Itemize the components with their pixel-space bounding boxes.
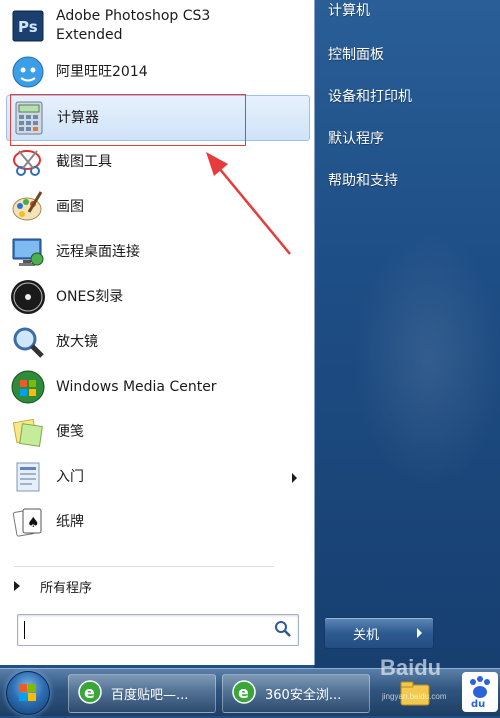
all-programs-button[interactable]: 所有程序 bbox=[14, 574, 92, 598]
program-magnifier[interactable]: 放大镜 bbox=[6, 320, 310, 364]
media-center-icon bbox=[10, 369, 46, 405]
paint-icon bbox=[10, 189, 46, 225]
program-label: 入门 bbox=[56, 468, 84, 485]
shutdown-button[interactable]: 关机 bbox=[324, 617, 408, 649]
highlight-box bbox=[10, 94, 246, 146]
getting-started-icon bbox=[10, 459, 46, 495]
svg-text:Ps: Ps bbox=[18, 18, 38, 36]
snipping-tool-icon bbox=[10, 144, 46, 180]
ie-icon: e bbox=[77, 679, 103, 709]
program-getting-started[interactable]: 入门 bbox=[6, 455, 310, 499]
program-label: 画图 bbox=[56, 198, 84, 215]
taskbar-button-baidu-tieba[interactable]: e 百度贴吧—... bbox=[68, 674, 216, 713]
program-label: Adobe Photoshop CS3 Extended bbox=[56, 8, 211, 43]
right-item-help-support[interactable]: 帮助和支持 bbox=[328, 170, 398, 190]
svg-text:du: du bbox=[471, 699, 485, 710]
text-caret bbox=[24, 621, 25, 639]
photoshop-icon: Ps bbox=[10, 8, 46, 44]
program-solitaire[interactable]: ♠ 纸牌 bbox=[6, 500, 310, 544]
watermark-text: Baidu bbox=[380, 655, 442, 680]
svg-text:e: e bbox=[238, 683, 249, 702]
svg-text:e: e bbox=[84, 683, 95, 702]
program-ones-burner[interactable]: ONES刻录 bbox=[6, 275, 310, 319]
background-glow bbox=[354, 230, 500, 490]
solitaire-icon: ♠ bbox=[10, 504, 46, 540]
svg-text:♠: ♠ bbox=[27, 515, 40, 531]
taskbar-button-label: 360安全浏... bbox=[265, 688, 342, 703]
baidu-paw-icon: du bbox=[462, 672, 498, 716]
right-item-devices-printers[interactable]: 设备和打印机 bbox=[328, 86, 412, 106]
taskbar-button-360-browser[interactable]: e 360安全浏... bbox=[222, 674, 370, 713]
start-button[interactable] bbox=[6, 671, 50, 715]
program-label: ONES刻录 bbox=[56, 288, 124, 305]
search-input[interactable] bbox=[17, 614, 299, 646]
program-photoshop[interactable]: Ps Adobe Photoshop CS3 Extended bbox=[6, 4, 310, 48]
program-media-center[interactable]: Windows Media Center bbox=[6, 365, 310, 409]
all-programs-label: 所有程序 bbox=[40, 580, 93, 596]
watermark-url: jingyan.baidu.com bbox=[382, 692, 447, 701]
submenu-arrow-icon[interactable] bbox=[292, 473, 297, 483]
program-label: 便笺 bbox=[56, 423, 84, 440]
expand-triangle-icon bbox=[14, 581, 20, 591]
separator bbox=[14, 566, 274, 567]
search-icon[interactable] bbox=[274, 620, 292, 642]
aliwangwang-icon bbox=[10, 54, 46, 90]
program-label: 放大镜 bbox=[56, 333, 98, 350]
right-item-control-panel[interactable]: 控制面板 bbox=[328, 44, 384, 64]
shutdown-label: 关机 bbox=[352, 627, 379, 643]
shutdown-options-button[interactable] bbox=[407, 617, 434, 649]
program-label: 截图工具 bbox=[56, 153, 112, 170]
right-item-default-programs[interactable]: 默认程序 bbox=[328, 128, 384, 148]
program-label: 阿里旺旺2014 bbox=[56, 63, 148, 80]
program-sticky-notes[interactable]: 便笺 bbox=[6, 410, 310, 454]
right-pane: 计算机 控制面板 设备和打印机 默认程序 帮助和支持 bbox=[314, 0, 500, 670]
ie-icon: e bbox=[231, 679, 257, 709]
right-item-computer[interactable]: 计算机 bbox=[328, 0, 370, 20]
sticky-notes-icon bbox=[10, 414, 46, 450]
program-aliwangwang[interactable]: 阿里旺旺2014 bbox=[6, 50, 310, 94]
program-label: 远程桌面连接 bbox=[56, 243, 140, 260]
remote-desktop-icon bbox=[10, 234, 46, 270]
annotation-arrow-icon bbox=[206, 152, 291, 255]
windows-logo-icon bbox=[19, 684, 36, 701]
program-label: Windows Media Center bbox=[56, 378, 217, 395]
ones-burner-icon bbox=[10, 279, 46, 315]
program-label: 纸牌 bbox=[56, 513, 84, 530]
taskbar-button-label: 百度贴吧—... bbox=[111, 688, 189, 703]
magnifier-icon bbox=[10, 324, 46, 360]
